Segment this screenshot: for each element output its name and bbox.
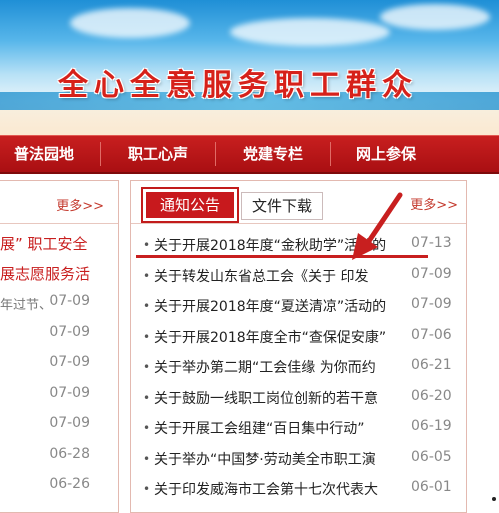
left-news-date: 06-28: [49, 446, 90, 462]
notice-title[interactable]: 关于印发威海市工会第十七次代表大: [154, 479, 399, 499]
notice-title[interactable]: 关于开展2018年度全市“查保促安康”: [154, 327, 399, 347]
left-news-item[interactable]: 展” 职工安全: [0, 233, 88, 254]
cloud-decoration: [70, 8, 190, 38]
bullet-icon: •: [143, 452, 151, 466]
left-news-date: 07-09: [49, 354, 90, 370]
bullet-icon: •: [143, 299, 151, 313]
main-nav: 普法园地 职工心声 党建专栏 网上参保: [0, 135, 499, 174]
notice-title[interactable]: 关于举办“中国梦·劳动美全市职工演: [154, 449, 399, 469]
left-more-link[interactable]: 更多>>: [56, 195, 104, 214]
banner-slogan: 全心全意服务职工群众: [58, 68, 418, 103]
nav-divider: [215, 142, 216, 166]
left-news-date: 07-09: [49, 385, 90, 401]
left-news-date: 07-09: [49, 324, 90, 340]
notice-title[interactable]: 关于举办第二期“工会佳缘 为你而约: [154, 357, 399, 377]
nav-item-legal[interactable]: 普法园地: [14, 136, 74, 172]
notice-date: 07-09: [411, 266, 452, 282]
left-news-date: 06-26: [49, 476, 90, 492]
notice-date: 07-06: [411, 327, 452, 343]
bullet-icon: •: [143, 330, 151, 344]
notice-row[interactable]: • 关于开展工会组建“百日集中行动” 06-19: [131, 413, 466, 443]
notice-title[interactable]: 关于鼓励一线职工岗位创新的若干意: [154, 388, 399, 408]
tab-file-download[interactable]: 文件下载: [241, 192, 323, 220]
notice-row[interactable]: • 关于鼓励一线职工岗位创新的若干意 06-20: [131, 383, 466, 413]
cloud-decoration: [230, 18, 390, 46]
tab-notices-label: 通知公告: [146, 192, 234, 218]
bullet-icon: •: [143, 482, 151, 496]
notice-title[interactable]: 关于开展2018年度“夏送清凉”活动的: [154, 296, 399, 316]
notice-date: 06-05: [411, 449, 452, 465]
cloud-decoration: [380, 4, 490, 30]
bullet-icon: •: [143, 238, 151, 252]
notice-title[interactable]: 关于转发山东省总工会《关于 印发: [154, 266, 399, 286]
notice-date: 07-09: [411, 296, 452, 312]
bullet-icon: •: [143, 360, 151, 374]
notice-row[interactable]: • 关于开展2018年度全市“查保促安康” 07-06: [131, 322, 466, 352]
notice-row[interactable]: • 关于举办第二期“工会佳缘 为你而约 06-21: [131, 352, 466, 382]
notice-date: 06-21: [411, 357, 452, 373]
nav-item-party-building[interactable]: 党建专栏: [243, 136, 303, 172]
bullet-icon: •: [143, 269, 151, 283]
bullet-icon: •: [143, 421, 151, 435]
left-panel-header: 更多>>: [0, 181, 118, 224]
notice-row[interactable]: • 关于转发山东省总工会《关于 印发 07-09: [131, 261, 466, 291]
notice-title[interactable]: 关于开展工会组建“百日集中行动”: [154, 418, 399, 438]
nav-item-online-insurance[interactable]: 网上参保: [356, 136, 416, 172]
nav-divider: [330, 142, 331, 166]
bullet-icon: •: [143, 391, 151, 405]
notice-row[interactable]: • 关于开展2018年度“夏送清凉”活动的 07-09: [131, 291, 466, 321]
header-banner: 全心全意服务职工群众: [0, 0, 499, 135]
left-news-date: 07-09: [49, 415, 90, 431]
notice-row[interactable]: • 关于举办“中国梦·劳动美全市职工演 06-05: [131, 444, 466, 474]
left-news-item[interactable]: 展志愿服务活: [0, 263, 90, 284]
notice-date: 06-19: [411, 418, 452, 434]
nav-divider: [100, 142, 101, 166]
notice-date: 06-20: [411, 388, 452, 404]
annotation-arrow-icon: [352, 192, 403, 260]
beach-decoration: [0, 110, 499, 135]
left-news-panel: 更多>> 展” 职工安全 展志愿服务活 年过节、 07-09 07-09 07-…: [0, 180, 119, 513]
left-news-date: 07-09: [49, 293, 90, 309]
stray-dot: [492, 497, 496, 501]
left-news-item[interactable]: 年过节、: [0, 294, 52, 313]
notice-date: 06-01: [411, 479, 452, 495]
notice-row[interactable]: • 关于印发威海市工会第十七次代表大 06-01: [131, 474, 466, 504]
nav-item-worker-voice[interactable]: 职工心声: [128, 136, 188, 172]
tab-notices[interactable]: 通知公告: [141, 187, 239, 223]
